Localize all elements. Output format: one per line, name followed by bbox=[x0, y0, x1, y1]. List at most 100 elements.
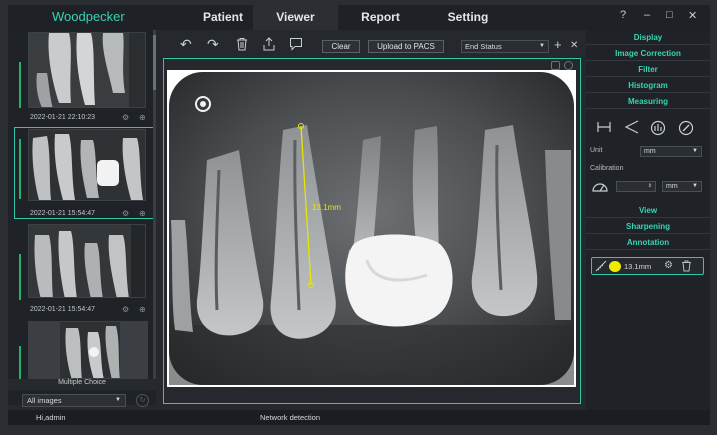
add-icon[interactable]: ⊕ bbox=[139, 209, 146, 218]
image-filter-select[interactable]: All images ▼ bbox=[22, 394, 126, 407]
calibration-icon[interactable] bbox=[592, 179, 608, 196]
add-icon[interactable]: ⊕ bbox=[139, 305, 146, 314]
tab-viewer[interactable]: Viewer bbox=[253, 5, 338, 30]
xray-thumbnail[interactable] bbox=[28, 224, 146, 298]
section-filter[interactable]: Filter bbox=[586, 62, 710, 77]
chevron-down-icon: ▼ bbox=[692, 148, 698, 154]
close-button[interactable]: ✕ bbox=[688, 9, 697, 22]
chevron-down-icon: ▼ bbox=[539, 43, 545, 49]
status-select[interactable]: End Status ▼ bbox=[461, 40, 549, 53]
status-select-value: End Status bbox=[465, 42, 502, 51]
section-histogram[interactable]: Histogram bbox=[586, 78, 710, 93]
measure-color-swatch[interactable] bbox=[609, 261, 621, 272]
section-view[interactable]: View bbox=[586, 203, 710, 218]
annotation-item[interactable]: 13.1mm ⚙ bbox=[591, 257, 704, 275]
settings-icon[interactable]: ⚙ bbox=[122, 113, 129, 122]
selected-indicator bbox=[19, 139, 21, 199]
section-measuring[interactable]: Measuring bbox=[586, 94, 710, 109]
xray-canvas[interactable]: 13.1mm bbox=[167, 70, 576, 387]
refresh-icon[interactable]: ↻ bbox=[136, 394, 149, 407]
density-icon[interactable] bbox=[650, 120, 666, 139]
density-glyph bbox=[650, 120, 666, 136]
xray-thumbnail-image bbox=[29, 33, 145, 107]
angle-glyph bbox=[624, 120, 639, 134]
comment-glyph bbox=[290, 38, 302, 51]
network-status: Network detection bbox=[260, 413, 321, 422]
thumbnail-item[interactable]: 2022-01-21 22:10:23 ⚙ ⊕ bbox=[14, 32, 148, 127]
user-greeting: Hi,admin bbox=[36, 413, 66, 422]
multiple-choice-label[interactable]: Multiple Choice bbox=[8, 379, 156, 390]
root-canal-icon[interactable] bbox=[678, 120, 694, 139]
calibration-glyph bbox=[592, 183, 608, 192]
export-glyph bbox=[263, 37, 275, 51]
minimize-button[interactable]: – bbox=[644, 9, 650, 21]
dental-xray-image bbox=[169, 72, 574, 385]
thumbnail-item[interactable] bbox=[14, 321, 148, 379]
section-display[interactable]: Display bbox=[586, 30, 710, 45]
fit-icon[interactable] bbox=[564, 61, 573, 70]
trash-glyph bbox=[682, 260, 691, 272]
tab-setting[interactable]: Setting bbox=[423, 5, 513, 30]
thumbnail-item[interactable]: 2022-01-21 15:54:47 ⚙ ⊕ bbox=[14, 129, 148, 221]
stepper-icon[interactable]: ⇕ bbox=[648, 182, 652, 191]
tools-panel: Display Image Correction Filter Histogra… bbox=[586, 30, 710, 410]
add-icon[interactable]: ⊕ bbox=[139, 113, 146, 122]
thumbnail-item[interactable]: 2022-01-21 15:54:47 ⚙ ⊕ bbox=[14, 224, 148, 319]
gear-icon[interactable]: ⚙ bbox=[664, 260, 673, 271]
unit-select[interactable]: mm ▼ bbox=[640, 146, 702, 157]
clear-button[interactable]: Clear bbox=[322, 40, 360, 53]
measurement-label[interactable]: 13.1mm bbox=[312, 203, 341, 212]
xray-thumbnail-image bbox=[60, 322, 120, 378]
trash-icon[interactable] bbox=[681, 260, 692, 274]
calibration-unit-select[interactable]: mm ▼ bbox=[662, 181, 702, 192]
status-bar: Hi,admin Network detection bbox=[8, 410, 710, 425]
comment-icon[interactable] bbox=[289, 37, 303, 53]
tab-report[interactable]: Report bbox=[338, 5, 423, 30]
app-logo: Woodpecker bbox=[52, 9, 125, 24]
section-image-correction[interactable]: Image Correction bbox=[586, 46, 710, 61]
export-icon[interactable] bbox=[262, 37, 276, 53]
ruler-glyph bbox=[595, 260, 607, 272]
upload-to-pacs-button[interactable]: Upload to PACS bbox=[368, 40, 444, 53]
layout-icon[interactable] bbox=[551, 61, 560, 70]
xray-thumbnail-image bbox=[29, 225, 145, 297]
annotation-value: 13.1mm bbox=[624, 262, 652, 271]
chevron-down-icon: ▼ bbox=[692, 183, 698, 189]
help-icon[interactable]: ? bbox=[620, 9, 626, 21]
selected-indicator bbox=[19, 62, 21, 108]
length-measure-icon[interactable] bbox=[596, 120, 612, 137]
length-glyph bbox=[597, 122, 611, 132]
image-filter-value: All images bbox=[27, 396, 62, 405]
xray-thumbnail-image bbox=[29, 130, 145, 200]
root-canal-glyph bbox=[678, 120, 694, 136]
unit-label: Unit bbox=[590, 147, 603, 154]
top-bar: Woodpecker Patient Viewer Report Setting… bbox=[8, 5, 710, 30]
section-sharpening[interactable]: Sharpening bbox=[586, 219, 710, 234]
redo-icon[interactable]: ↷ bbox=[207, 37, 219, 51]
chevron-down-icon: ▼ bbox=[115, 397, 121, 403]
add-tab-icon[interactable]: + bbox=[554, 38, 562, 52]
app-window: Woodpecker Patient Viewer Report Setting… bbox=[8, 5, 710, 425]
trash-icon[interactable] bbox=[235, 37, 249, 53]
image-viewer[interactable]: 13.1mm bbox=[163, 58, 581, 404]
calibration-input[interactable]: ⇕ bbox=[616, 181, 656, 192]
close-tab-icon[interactable]: ✕ bbox=[570, 39, 578, 53]
xray-thumbnail[interactable] bbox=[28, 129, 146, 201]
calibration-label: Calibration bbox=[590, 165, 624, 172]
selected-indicator bbox=[19, 254, 21, 300]
undo-icon[interactable]: ↶ bbox=[180, 37, 192, 51]
selected-indicator bbox=[19, 346, 21, 379]
thumbnail-timestamp: 2022-01-21 15:54:47 bbox=[30, 306, 95, 313]
ruler-icon bbox=[595, 260, 607, 274]
xray-thumbnail[interactable] bbox=[28, 32, 146, 108]
thumbnail-timestamp: 2022-01-21 22:10:23 bbox=[30, 114, 95, 121]
settings-icon[interactable]: ⚙ bbox=[122, 209, 129, 218]
trash-glyph bbox=[237, 38, 247, 51]
angle-measure-icon[interactable] bbox=[624, 120, 640, 137]
xray-thumbnail[interactable] bbox=[59, 321, 121, 379]
section-annotation[interactable]: Annotation bbox=[586, 235, 710, 250]
settings-icon[interactable]: ⚙ bbox=[122, 305, 129, 314]
calibration-unit-value: mm bbox=[666, 183, 678, 190]
maximize-button[interactable]: □ bbox=[666, 9, 673, 21]
unit-select-value: mm bbox=[644, 148, 656, 155]
